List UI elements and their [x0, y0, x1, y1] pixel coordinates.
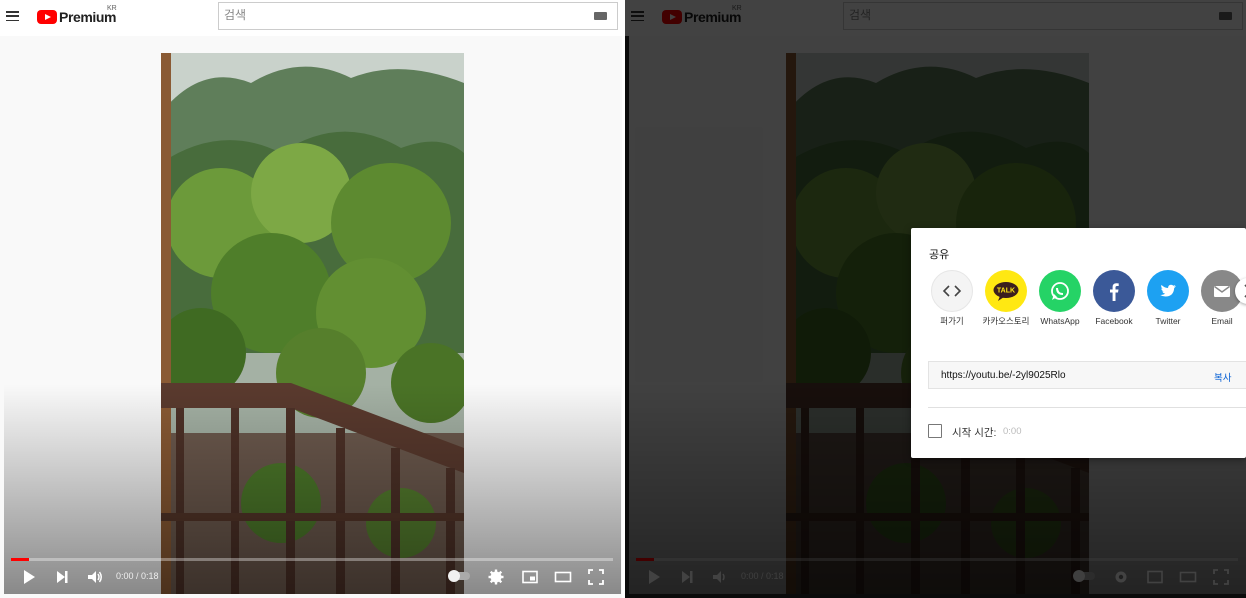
- next-button[interactable]: [51, 566, 73, 588]
- start-at-label: 시작 시간:: [952, 427, 997, 439]
- progress-bar[interactable]: [11, 558, 613, 561]
- masthead: Premium KR: [0, 0, 622, 36]
- chevron-right-icon: [1244, 284, 1246, 298]
- gear-icon: [488, 569, 504, 585]
- share-url-box[interactable]: https://youtu.be/-2yl9025Rlo 복사: [928, 361, 1246, 389]
- share-target-twitter[interactable]: Twitter: [1143, 270, 1193, 327]
- player-controls: 0:00 / 0:18: [4, 564, 621, 590]
- share-target-facebook[interactable]: Facebook: [1089, 270, 1139, 327]
- share-target-label: 카카오스토리: [982, 316, 1030, 326]
- country-code: KR: [107, 5, 117, 12]
- miniplayer-icon: [522, 570, 538, 584]
- volume-button[interactable]: [84, 566, 106, 588]
- youtube-play-icon: [37, 10, 57, 24]
- keyboard-icon[interactable]: [594, 12, 607, 20]
- kakaotalk-icon: TALK: [985, 270, 1027, 312]
- share-target-embed[interactable]: 퍼가기: [927, 270, 977, 327]
- play-button[interactable]: [18, 566, 40, 588]
- theater-icon: [554, 571, 572, 583]
- divider: [928, 407, 1246, 408]
- video-player[interactable]: 0:00 / 0:18: [4, 36, 621, 594]
- share-target-label: Twitter: [1155, 316, 1181, 326]
- video-frame[interactable]: [161, 53, 464, 594]
- time-display: 0:00 / 0:18: [116, 571, 159, 581]
- whatsapp-icon: [1039, 270, 1081, 312]
- share-target-whatsapp[interactable]: WhatsApp: [1035, 270, 1085, 327]
- fullscreen-icon: [588, 569, 604, 585]
- autoplay-toggle[interactable]: [448, 570, 470, 582]
- share-url[interactable]: https://youtu.be/-2yl9025Rlo: [941, 370, 1066, 381]
- share-target-label: Email: [1211, 316, 1233, 326]
- share-targets-next-button[interactable]: [1235, 278, 1246, 304]
- share-target-kakaostory[interactable]: TALK 카카오스토리: [981, 270, 1031, 327]
- volume-icon: [88, 571, 102, 583]
- youtube-logo[interactable]: Premium KR: [37, 5, 117, 25]
- facebook-icon: [1093, 270, 1135, 312]
- settings-button[interactable]: [485, 566, 507, 588]
- screenshot-root: Premium KR 검색 0:00 / 0:18 검색 공유 퍼가기 TALK…: [0, 0, 1246, 598]
- twitter-icon: [1147, 270, 1189, 312]
- share-target-label: Facebook: [1095, 316, 1133, 326]
- share-dialog: 공유 퍼가기 TALK 카카오스토리 WhatsApp Facebook Twi…: [911, 228, 1246, 458]
- progress-played: [11, 558, 29, 561]
- copy-button[interactable]: 복사: [1214, 370, 1231, 384]
- miniplayer-button[interactable]: [519, 566, 541, 588]
- video-still-balcony-forest: [161, 53, 464, 594]
- theater-mode-button[interactable]: [552, 566, 574, 588]
- start-at-time-input[interactable]: 0:00: [1003, 426, 1022, 437]
- play-icon: [24, 570, 35, 584]
- search-box[interactable]: [218, 2, 618, 30]
- share-target-label: WhatsApp: [1040, 316, 1080, 326]
- embed-icon: [931, 270, 973, 312]
- video-page-left: Premium KR 검색 0:00 / 0:18: [0, 0, 622, 598]
- share-target-label: 퍼가기: [940, 316, 964, 326]
- share-targets: 퍼가기 TALK 카카오스토리 WhatsApp Facebook Twitte…: [931, 270, 1246, 342]
- fullscreen-button[interactable]: [585, 566, 607, 588]
- share-dialog-title: 공유: [929, 249, 950, 261]
- search-input[interactable]: [219, 3, 579, 27]
- svg-text:TALK: TALK: [997, 288, 1015, 295]
- menu-icon[interactable]: [6, 11, 19, 22]
- start-at-checkbox[interactable]: [928, 424, 942, 438]
- next-icon: [57, 571, 68, 583]
